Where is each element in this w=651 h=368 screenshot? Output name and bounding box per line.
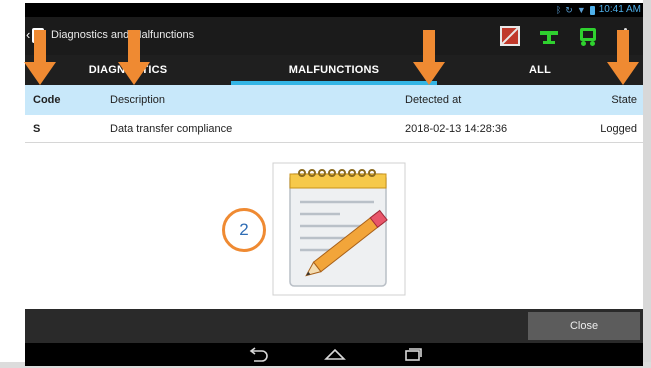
home-icon[interactable] [323,346,347,363]
cell-description: Data transfer compliance [110,123,233,135]
annotation-badge: 2 [222,208,266,252]
tab-malfunctions[interactable]: MALFUNCTIONS [231,55,437,85]
annotation-arrow-detected-at [413,30,445,85]
wifi-icon: ▼ [576,5,586,15]
status-clock: 10:41 AM [598,4,641,15]
back-icon[interactable] [246,346,270,363]
annotation-arrow-state [607,30,639,85]
battery-icon [589,5,595,15]
annotation-arrow-description [118,30,150,85]
cell-code: S [33,123,41,135]
empty-content-area [25,143,643,309]
column-header-detected-at[interactable]: Detected at [405,85,461,115]
close-button[interactable]: Close [528,312,640,340]
column-header-state[interactable]: State [611,85,637,115]
column-header-description[interactable]: Description [110,85,165,115]
column-header-code[interactable]: Code [33,85,61,115]
sync-icon: ↻ [565,5,573,15]
page-shadow-right [643,0,651,368]
notepad-pencil-icon [272,162,406,296]
cell-detected-at: 2018-02-13 14:28:36 [405,123,508,135]
table-header: Code Description Detected at State [25,85,643,115]
no-signal-icon[interactable] [500,26,520,46]
status-bar: ᛒ ↻ ▼ 10:41 AM [25,3,643,17]
bottom-action-bar: Close [25,309,643,343]
connection-icon[interactable] [539,26,559,46]
annotation-arrow-code [24,30,56,85]
system-navigation-bar [25,343,643,366]
cell-state: Logged [600,123,637,135]
truck-icon[interactable] [578,26,598,46]
table-row[interactable]: S Data transfer compliance 2018-02-13 14… [25,115,643,143]
status-icons: ᛒ ↻ ▼ 10:41 AM [556,3,643,17]
bluetooth-icon: ᛒ [555,5,562,15]
recent-apps-icon[interactable] [401,346,425,363]
